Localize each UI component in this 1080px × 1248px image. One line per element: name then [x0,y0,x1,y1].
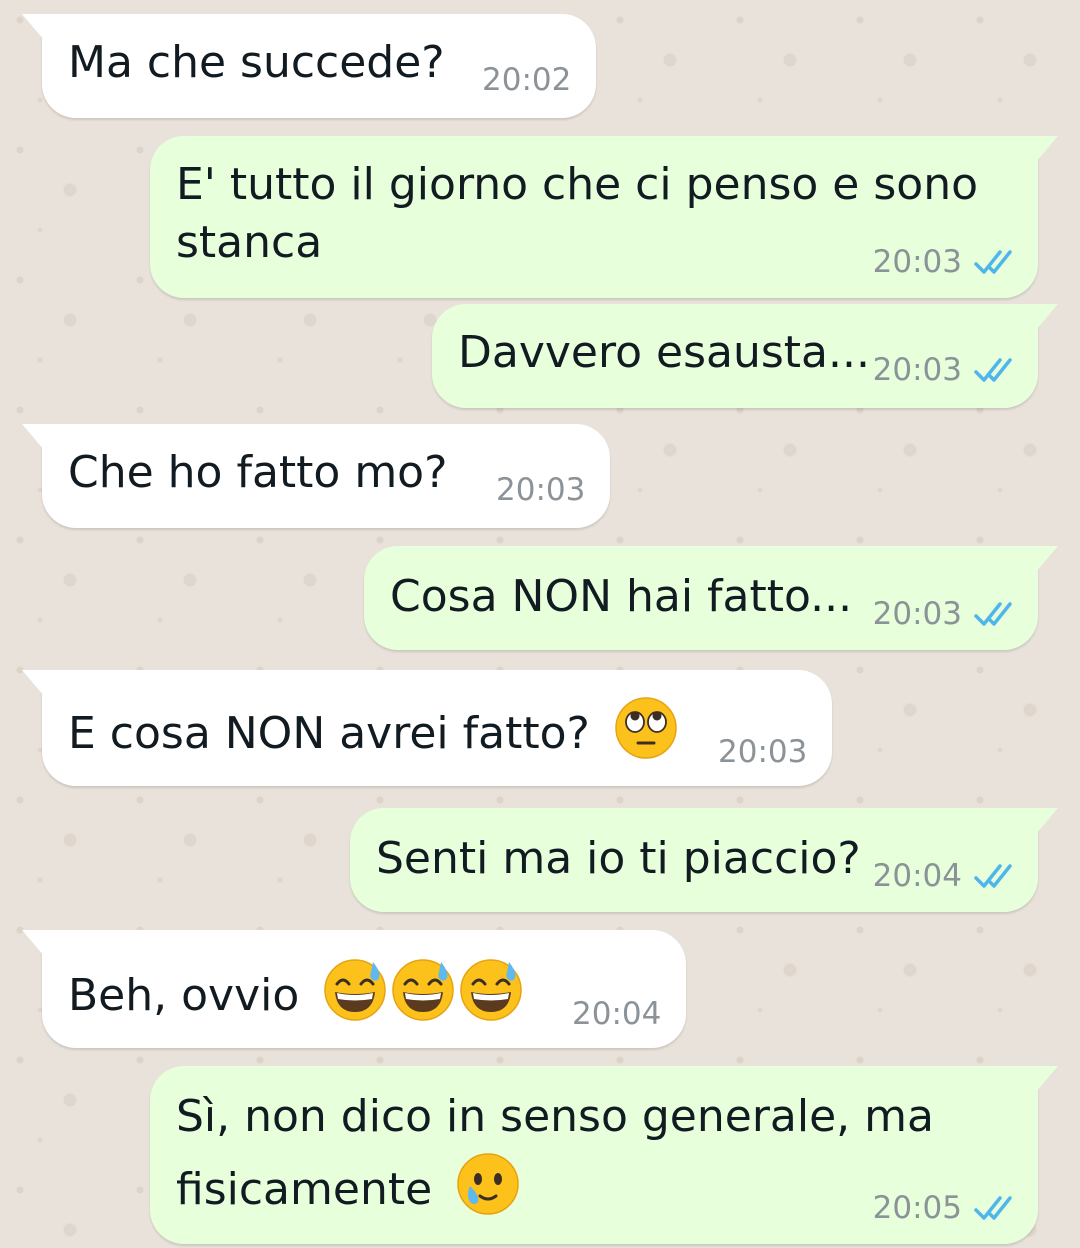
timestamp: 20:03 [872,596,962,632]
grinning-face-with-sweat-icon [392,959,455,1021]
message-bubble-incoming[interactable]: E cosa NON avrei fatto? 20:03 [22,670,832,786]
timestamp: 20:05 [872,1190,962,1226]
message-bubble-incoming[interactable]: Ma che succede? 20:02 [22,14,596,118]
face-holding-back-tears-icon [457,1153,519,1215]
message-text: E cosa NON avrei fatto? [68,696,678,763]
message-time: 20:03 [496,472,585,508]
message-bubble-outgoing[interactable]: Sì, non dico in senso generale, ma fisic… [150,1066,1058,1244]
timestamp: 20:03 [872,352,962,388]
double-check-icon [974,1196,1012,1220]
message-text-content: Beh, ovvio [68,970,300,1021]
message-text-line-2: fisicamente [176,1152,520,1219]
message-text-content: E cosa NON avrei fatto? [68,708,590,759]
timestamp: 20:03 [718,734,808,770]
timestamp: 20:04 [572,996,662,1032]
message-text-content: fisicamente [176,1164,433,1215]
message-text: Ma che succede? [68,37,445,88]
message-bubble-outgoing[interactable]: Cosa NON hai fatto... 20:03 [364,546,1058,650]
message-meta: 20:03 [873,596,1018,632]
message-meta: 20:04 [873,858,1018,894]
double-check-icon [974,864,1012,888]
grinning-face-with-sweat-icon [324,959,387,1021]
message-text-line-2: stanca [176,217,323,268]
grinning-face-with-sweat-icon [460,959,523,1021]
message-bubble-outgoing[interactable]: E' tutto il giorno che ci penso e sono s… [150,136,1058,298]
message-text: Davvero esausta... [458,327,870,378]
message-text: Senti ma io ti piaccio? [376,833,861,884]
timestamp: 20:03 [872,244,962,280]
message-meta: 20:05 [873,1190,1018,1226]
double-check-icon [974,602,1012,626]
message-meta: 20:03 [873,352,1018,388]
message-text: Cosa NON hai fatto... [390,571,853,622]
double-check-icon [974,358,1012,382]
face-with-rolling-eyes-icon [615,697,677,759]
timestamp: 20:04 [872,858,962,894]
message-meta: 20:03 [873,244,1018,280]
message-text-line-1: E' tutto il giorno che ci penso e sono [176,159,979,210]
message-bubble-outgoing[interactable]: Davvero esausta... 20:03 [432,304,1058,408]
timestamp: 20:03 [496,472,586,508]
message-bubble-incoming[interactable]: Che ho fatto mo? 20:03 [22,424,610,528]
message-time: 20:03 [718,734,807,770]
message-text: Che ho fatto mo? [68,447,448,498]
message-bubble-incoming[interactable]: Beh, ovvio 20:04 [22,930,686,1048]
double-check-icon [974,250,1012,274]
message-bubble-outgoing[interactable]: Senti ma io ti piaccio? 20:04 [350,808,1058,912]
message-time: 20:02 [482,62,571,98]
message-text-line-1: Sì, non dico in senso generale, ma [176,1091,934,1142]
message-time: 20:04 [572,996,661,1032]
timestamp: 20:02 [482,62,572,98]
message-text: Beh, ovvio [68,958,523,1025]
